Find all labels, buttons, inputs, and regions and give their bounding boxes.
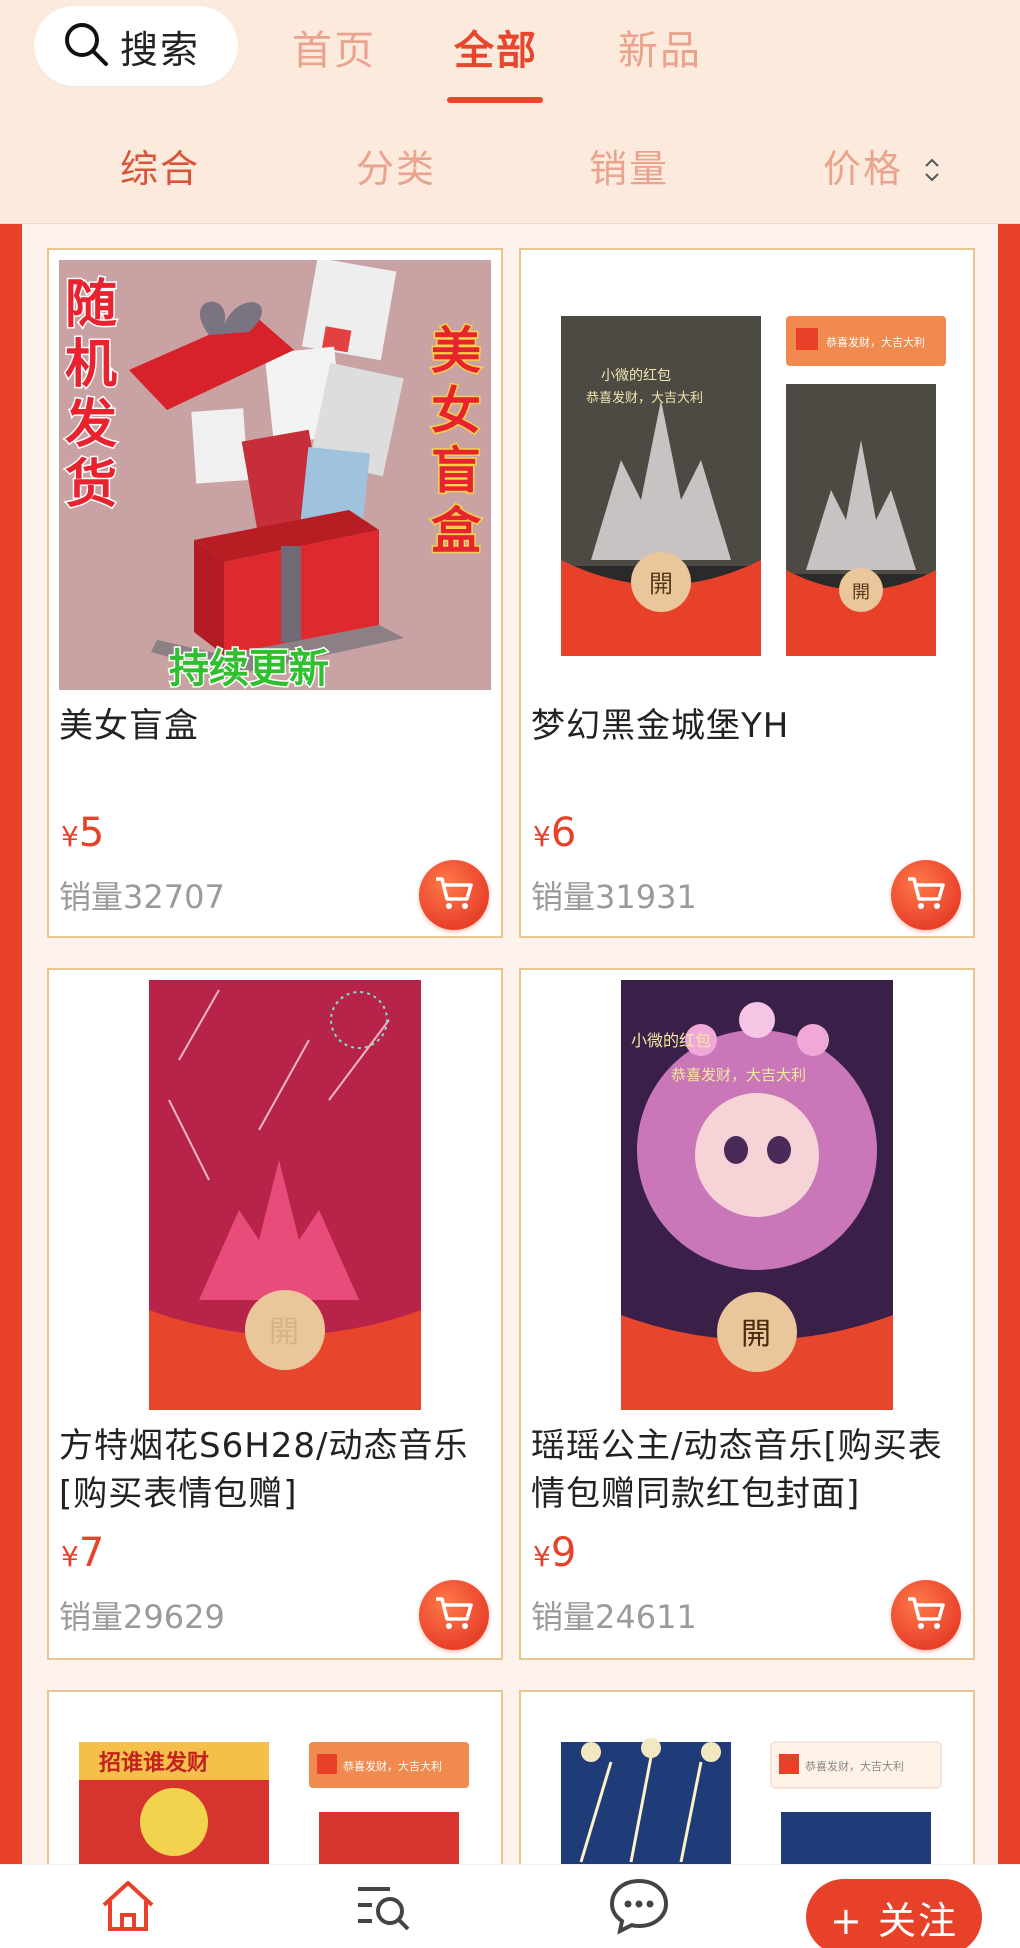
add-to-cart-button[interactable] [419,1580,489,1650]
sort-overall[interactable]: 综合 [120,138,200,193]
product-image: 小微的红包 恭喜发财，大吉大利 開 [531,980,963,1410]
cart-icon [906,875,946,915]
product-title: 瑶瑶公主/动态音乐[购买表情包赠同款红包封面] [531,1426,943,1514]
svg-text:盲: 盲 [431,442,481,500]
svg-text:持续更新: 持续更新 [169,646,329,690]
product-sales: 销量32707 [59,878,225,916]
chat-icon[interactable] [608,1877,670,1939]
product-title: 梦幻黑金城堡YH [531,706,790,746]
product-title: 美女盲盒 [59,706,199,746]
add-to-cart-button[interactable] [891,1580,961,1650]
svg-text:盒: 盒 [431,502,482,560]
active-tab-indicator [447,97,543,103]
search-label: 搜索 [120,27,201,72]
product-title: 方特烟花S6H28/动态音乐[购买表情包赠] [59,1426,469,1514]
product-sales: 销量24611 [531,1598,697,1636]
svg-text:恭喜发财，大吉大利: 恭喜发财，大吉大利 [671,1066,806,1084]
svg-text:美: 美 [431,322,481,380]
product-sales: 销量29629 [59,1598,225,1636]
sort-price[interactable]: 价格 [823,138,941,194]
product-price: ¥7 [61,1530,105,1576]
svg-text:開: 開 [741,1317,771,1352]
left-red-edge [0,224,22,1864]
svg-text:恭喜发财，大吉大利: 恭喜发财，大吉大利 [586,390,703,406]
svg-text:招谁谁发财: 招谁谁发财 [99,1750,209,1776]
product-price: ¥5 [61,810,105,856]
sort-category[interactable]: 分类 [356,138,436,193]
bottom-bar: + 关注 [0,1864,1020,1948]
img-left-char: 随 [65,275,117,335]
tab-new[interactable]: 新品 [618,18,702,76]
sort-bar: 综合 分类 销量 价格 [0,108,1020,224]
svg-text:恭喜发财，大吉大利: 恭喜发财，大吉大利 [805,1759,904,1773]
svg-text:发: 发 [65,395,117,455]
product-image: 恭喜发财，大吉大利 [531,1702,963,1864]
product-image: 招谁谁发财 恭喜发财，大吉大利 [59,1702,491,1864]
tab-home[interactable]: 首页 [292,18,376,76]
product-card[interactable]: 随 机 发 货 美 女 盲 盒 持续更新 美女盲盒 ¥5 销量32707 [47,248,503,938]
cart-icon [434,1595,474,1635]
svg-text:小微的红包: 小微的红包 [631,1031,711,1050]
svg-text:机: 机 [65,335,117,395]
cart-icon [906,1595,946,1635]
list-search-icon[interactable] [354,1877,414,1939]
search-button[interactable]: 搜索 [34,6,238,86]
product-image: 開 [59,980,491,1410]
sort-sales[interactable]: 销量 [589,138,669,193]
product-card[interactable]: 恭喜发财，大吉大利 [519,1690,975,1864]
top-nav: 搜索 首页 全部 新品 [0,0,1020,108]
svg-text:货: 货 [65,455,117,515]
search-icon [62,20,110,72]
add-to-cart-button[interactable] [891,860,961,930]
sort-price-label: 价格 [823,147,904,191]
product-image: 随 机 发 货 美 女 盲 盒 持续更新 [59,260,491,690]
follow-button[interactable]: + 关注 [806,1879,982,1948]
svg-text:開: 開 [852,582,870,603]
home-icon[interactable] [98,1877,158,1939]
svg-text:恭喜发财，大吉大利: 恭喜发财，大吉大利 [343,1759,442,1773]
add-to-cart-button[interactable] [419,860,489,930]
product-card[interactable]: 開 小微的红包 恭喜发财，大吉大利 恭喜发财，大吉大利 開 梦幻黑金城堡YH ¥… [519,248,975,938]
svg-text:小微的红包: 小微的红包 [601,368,671,384]
product-card[interactable]: 招谁谁发财 恭喜发财，大吉大利 [47,1690,503,1864]
svg-text:開: 開 [269,1315,299,1350]
product-image: 開 小微的红包 恭喜发财，大吉大利 恭喜发财，大吉大利 開 [531,260,963,690]
svg-text:女: 女 [431,382,481,440]
product-price: ¥9 [533,1530,577,1576]
cart-icon [434,875,474,915]
right-red-edge [998,224,1020,1864]
tab-all[interactable]: 全部 [454,18,538,76]
sort-arrows-icon [923,150,941,194]
product-sales: 销量31931 [531,878,697,916]
product-card[interactable]: 開 方特烟花S6H28/动态音乐[购买表情包赠] ¥7 销量29629 [47,968,503,1660]
svg-text:開: 開 [649,570,673,598]
product-card[interactable]: 小微的红包 恭喜发财，大吉大利 開 瑶瑶公主/动态音乐[购买表情包赠同款红包封面… [519,968,975,1660]
product-price: ¥6 [533,810,577,856]
svg-text:恭喜发财，大吉大利: 恭喜发财，大吉大利 [826,335,925,349]
